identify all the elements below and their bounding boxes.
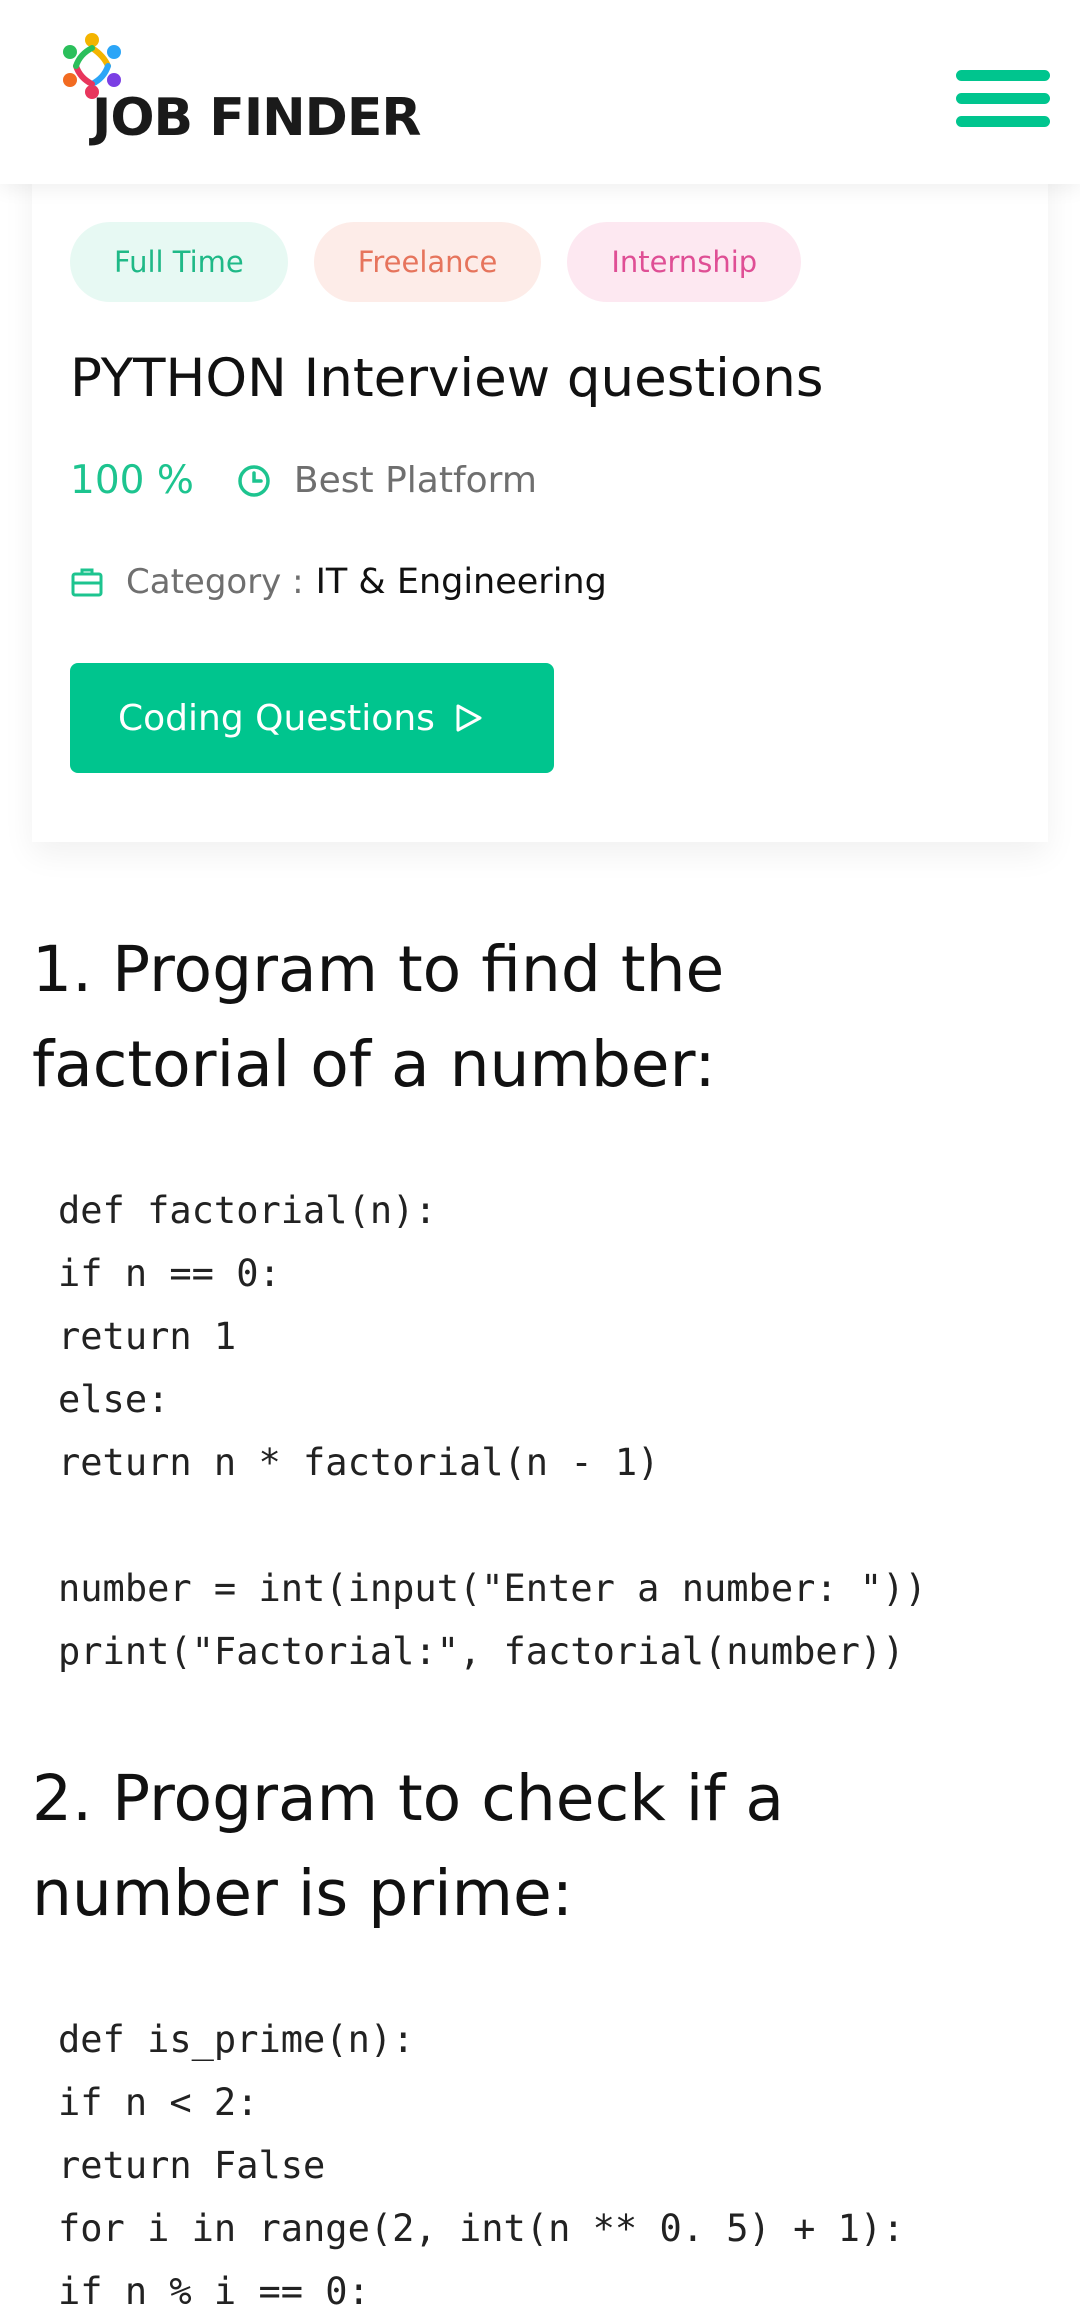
clock-icon: [238, 464, 270, 497]
briefcase-icon: [71, 568, 103, 597]
job-card: Full Time Freelance Internship PYTHON In…: [32, 130, 1048, 842]
question-2-heading: 2. Program to check if a number is prime…: [32, 1751, 1032, 1941]
code-line: if n < 2:: [58, 2081, 259, 2124]
code-line: return 1: [58, 1315, 237, 1358]
code-line: if n == 0:: [58, 1252, 281, 1295]
question-2-code-block: def is_prime(n):if n < 2: return False for…: [58, 2008, 904, 2323]
menu-bar: [956, 93, 1050, 104]
play-arrow-icon: [456, 704, 482, 732]
tag-freelance[interactable]: Freelance: [313, 222, 542, 302]
code-line: return n * factorial(n - 1): [58, 1441, 660, 1484]
job-title: PYTHON Interview questions: [70, 348, 824, 409]
question-2-heading-line1: 2. Program to check if a: [32, 1762, 785, 1835]
menu-bar: [956, 70, 1050, 81]
question-1-heading: 1. Program to find the factorial of a nu…: [32, 922, 1032, 1112]
coding-questions-button[interactable]: Coding Questions: [70, 663, 554, 773]
menu-bar: [956, 116, 1050, 127]
tag-internship[interactable]: Internship: [567, 222, 802, 302]
percent-value: 100 %: [70, 458, 194, 503]
hamburger-menu-button[interactable]: [956, 70, 1050, 128]
tag-full-time[interactable]: Full Time: [70, 222, 288, 302]
code-line: number = int(input("Enter a number: ")): [58, 1567, 927, 1610]
code-line: else:: [58, 1378, 170, 1421]
app-header: JOB FINDER: [0, 0, 1080, 184]
category-label: Category :: [126, 562, 304, 602]
code-line: print("Factorial:", factorial(number)): [58, 1630, 905, 1673]
code-line: for i in range(2, int(n ** 0. 5) + 1):: [58, 2207, 905, 2250]
question-1-heading-line1: 1. Program to find the: [32, 933, 725, 1006]
job-type-tags: Full Time Freelance Internship: [70, 222, 802, 302]
question-1-code-block: def factorial(n): if n == 0: return 1 else:…: [58, 1179, 927, 1683]
job-finder-logo[interactable]: JOB FINDER: [52, 26, 432, 156]
code-line: def factorial(n):: [58, 1189, 437, 1232]
code-line: return False: [58, 2144, 326, 2187]
platform-text: Best Platform: [293, 460, 537, 501]
question-2-heading-line2: number is prime:: [32, 1857, 574, 1930]
question-1-heading-line2: factorial of a number:: [32, 1028, 716, 1101]
job-category: Category : IT & Engineering: [70, 562, 607, 602]
logo-text: JOB FINDER: [92, 88, 421, 148]
job-meta: 100 % Best Platform: [70, 458, 537, 503]
code-line: if n % i == 0:: [58, 2270, 370, 2313]
code-line: def is_prime(n):: [58, 2018, 415, 2061]
coding-questions-label: Coding Questions: [118, 697, 435, 739]
category-value: IT & Engineering: [315, 562, 607, 602]
